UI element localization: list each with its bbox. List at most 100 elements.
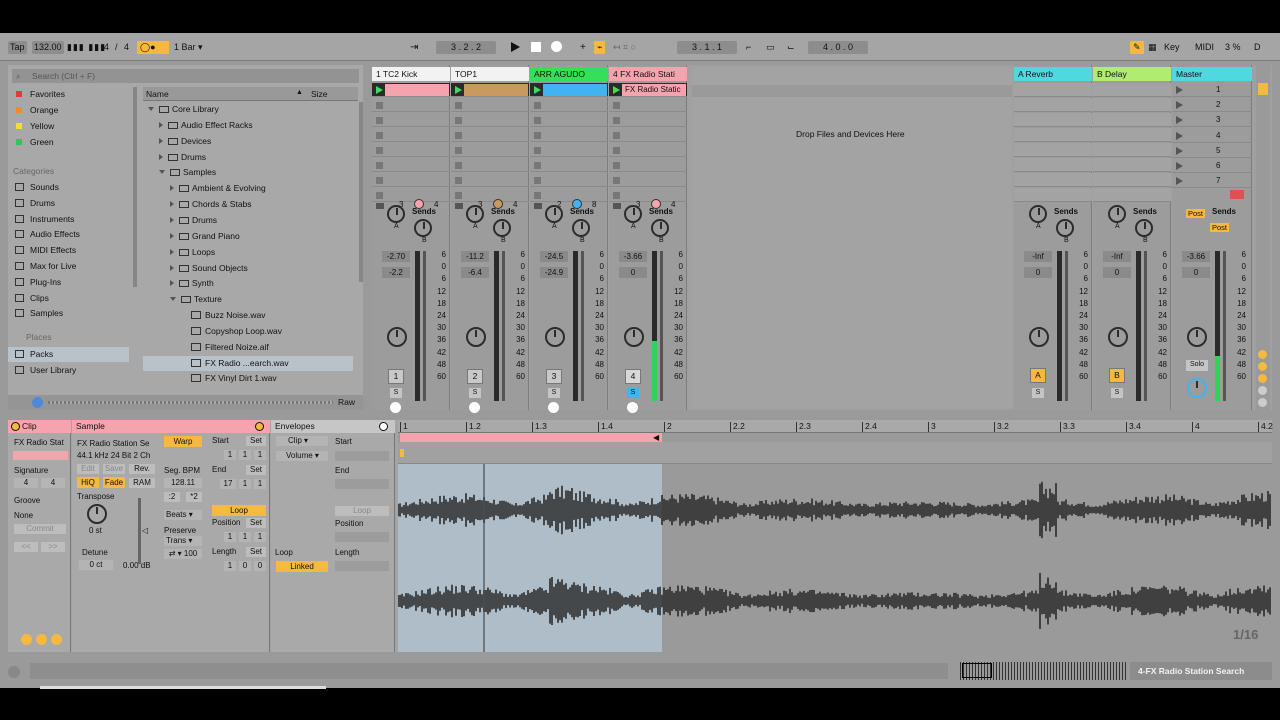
reenable-automation-icon[interactable]: ↤ ⌗ ○ <box>613 41 636 54</box>
beat-ruler[interactable]: 1 1.2 1.3 1.4 2 2.2 2.3 2.4 3 3.2 3.3 3.4 4 4.2 <box>398 420 1273 433</box>
collection-yellow[interactable]: Yellow <box>8 119 136 134</box>
scene-slot[interactable]: 5 <box>1172 144 1252 158</box>
clip-slot[interactable] <box>609 128 687 142</box>
collapsed-icon[interactable] <box>170 232 174 239</box>
clip-stop-button[interactable] <box>534 147 541 154</box>
position-set-button[interactable]: Set <box>246 518 266 528</box>
file-item[interactable]: FX Radio ...earch.wav7.7 MB <box>143 355 481 371</box>
clip-activator-icon[interactable] <box>11 422 20 431</box>
send-a-knob[interactable] <box>545 205 563 223</box>
clip-stop-button[interactable] <box>455 162 462 169</box>
send-a-knob[interactable] <box>1108 205 1126 223</box>
clip-play-icon[interactable] <box>376 86 383 94</box>
category-clips[interactable]: Clips <box>8 291 136 306</box>
clip-slot[interactable] <box>372 158 450 172</box>
file-item[interactable]: Buzz Noise.wav1.9 MB <box>143 308 481 323</box>
volume-value[interactable]: -3.66 <box>619 251 647 262</box>
category-plug-ins[interactable]: Plug-Ins <box>8 275 136 290</box>
io-toggle-icon[interactable] <box>1258 83 1268 95</box>
nudge-back-button[interactable]: << <box>14 542 38 552</box>
expanded-icon[interactable] <box>148 107 154 111</box>
clip-stop-button[interactable] <box>455 192 462 199</box>
clip-stop-button[interactable] <box>613 102 620 109</box>
send-b-knob[interactable] <box>1056 219 1074 237</box>
clip-slot[interactable] <box>451 158 529 172</box>
search-input[interactable]: Search (Ctrl + F) <box>12 69 359 83</box>
stop-button-icon[interactable] <box>613 203 621 209</box>
loop-length[interactable]: 4 . 0 . 0 <box>808 41 868 54</box>
send-b-knob[interactable] <box>493 219 511 237</box>
clip-slot[interactable] <box>451 173 529 187</box>
clip-stop-button[interactable] <box>455 102 462 109</box>
warp-button[interactable]: Warp <box>164 436 202 447</box>
groove-select[interactable]: None <box>14 511 33 520</box>
tempo-field[interactable]: 132.00 <box>32 41 64 54</box>
loop-start[interactable]: 3 . 1 . 1 <box>677 41 737 54</box>
end-sixteenth[interactable]: 1 <box>254 479 266 489</box>
loop-mode-field[interactable]: ⇄ ▾ 100 <box>164 549 202 559</box>
collapsed-icon[interactable] <box>170 280 174 287</box>
solo-button[interactable]: S <box>1032 388 1044 398</box>
folder-item[interactable]: Synth <box>143 276 353 291</box>
edit-button[interactable]: Edit <box>77 464 99 474</box>
solo-button[interactable]: S <box>390 388 402 398</box>
cue-volume-knob[interactable] <box>1187 378 1207 398</box>
track-header[interactable]: ARR AGUDO <box>530 67 608 81</box>
category-drums[interactable]: Drums <box>8 196 136 211</box>
send-b-knob[interactable] <box>414 219 432 237</box>
solo-button[interactable]: S <box>627 388 639 398</box>
collapsed-icon[interactable] <box>170 216 174 223</box>
file-item[interactable]: FX Vinyl Dirt 1.wav1.3 MB <box>143 371 481 386</box>
scene-launch-icon[interactable] <box>1176 146 1183 155</box>
seg-bpm-field[interactable]: 128.11 <box>164 478 202 488</box>
status-info-icon[interactable] <box>8 666 20 678</box>
volume-fader[interactable] <box>581 251 584 401</box>
scene-slot[interactable]: 4 <box>1172 129 1252 143</box>
returns-toggle-icon[interactable] <box>1258 362 1267 371</box>
post-button[interactable]: Post <box>1186 209 1206 218</box>
overview-strip[interactable] <box>960 662 1128 680</box>
col-size[interactable]: Size <box>311 89 328 99</box>
clip-slot[interactable] <box>372 83 450 97</box>
volume-secondary-value[interactable]: 0 <box>1103 267 1131 278</box>
scene-launch-icon[interactable] <box>1176 131 1183 140</box>
position-bar[interactable]: 1 <box>224 532 236 542</box>
volume-value[interactable]: -Inf <box>1103 251 1131 262</box>
clip-stop-button[interactable] <box>455 147 462 154</box>
category-max-for-live[interactable]: Max for Live <box>8 259 136 274</box>
clip-stop-button[interactable] <box>376 192 383 199</box>
send-a-knob[interactable] <box>387 205 405 223</box>
track-header[interactable]: 4 FX Radio Stati <box>609 67 687 81</box>
gain-handle-icon[interactable]: ◁ <box>142 526 148 535</box>
folder-item[interactable]: Audio Effect Racks <box>143 118 353 133</box>
collapsed-icon[interactable] <box>159 153 163 160</box>
clip-play-icon[interactable] <box>613 86 620 94</box>
volume-fader[interactable] <box>1144 251 1147 401</box>
volume-fader[interactable] <box>502 251 505 401</box>
collapsed-icon[interactable] <box>170 201 174 208</box>
category-audio-effects[interactable]: Audio Effects <box>8 227 136 242</box>
solo-button[interactable]: S <box>1111 388 1123 398</box>
stop-icon[interactable] <box>531 41 541 54</box>
collapsed-icon[interactable] <box>170 264 174 271</box>
return-header[interactable]: A Reverb <box>1014 67 1092 81</box>
clip-stop-button[interactable] <box>376 102 383 109</box>
ram-button[interactable]: RAM <box>129 478 155 488</box>
env-linked-button[interactable]: Linked <box>276 561 328 572</box>
loop-button[interactable]: Loop <box>212 505 266 516</box>
stop-all-clips-icon[interactable] <box>1230 190 1244 199</box>
punch-in-icon[interactable]: ⌐ <box>746 41 751 54</box>
clip-stop-button[interactable] <box>376 162 383 169</box>
folder-item[interactable]: Ambient & Evolving <box>143 181 353 196</box>
clip-slot[interactable] <box>451 143 529 157</box>
clip-slot[interactable] <box>609 113 687 127</box>
arm-button-icon[interactable] <box>548 402 559 413</box>
pan-knob[interactable] <box>624 327 644 347</box>
col-name[interactable]: Name <box>146 89 169 99</box>
folder-item[interactable]: Devices <box>143 134 353 149</box>
fade-button[interactable]: Fade <box>103 477 125 488</box>
solo-cue-button[interactable]: Solo <box>1186 360 1208 371</box>
preview-waveform[interactable] <box>48 401 333 404</box>
pan-knob[interactable] <box>545 327 565 347</box>
clip-slot[interactable] <box>372 173 450 187</box>
